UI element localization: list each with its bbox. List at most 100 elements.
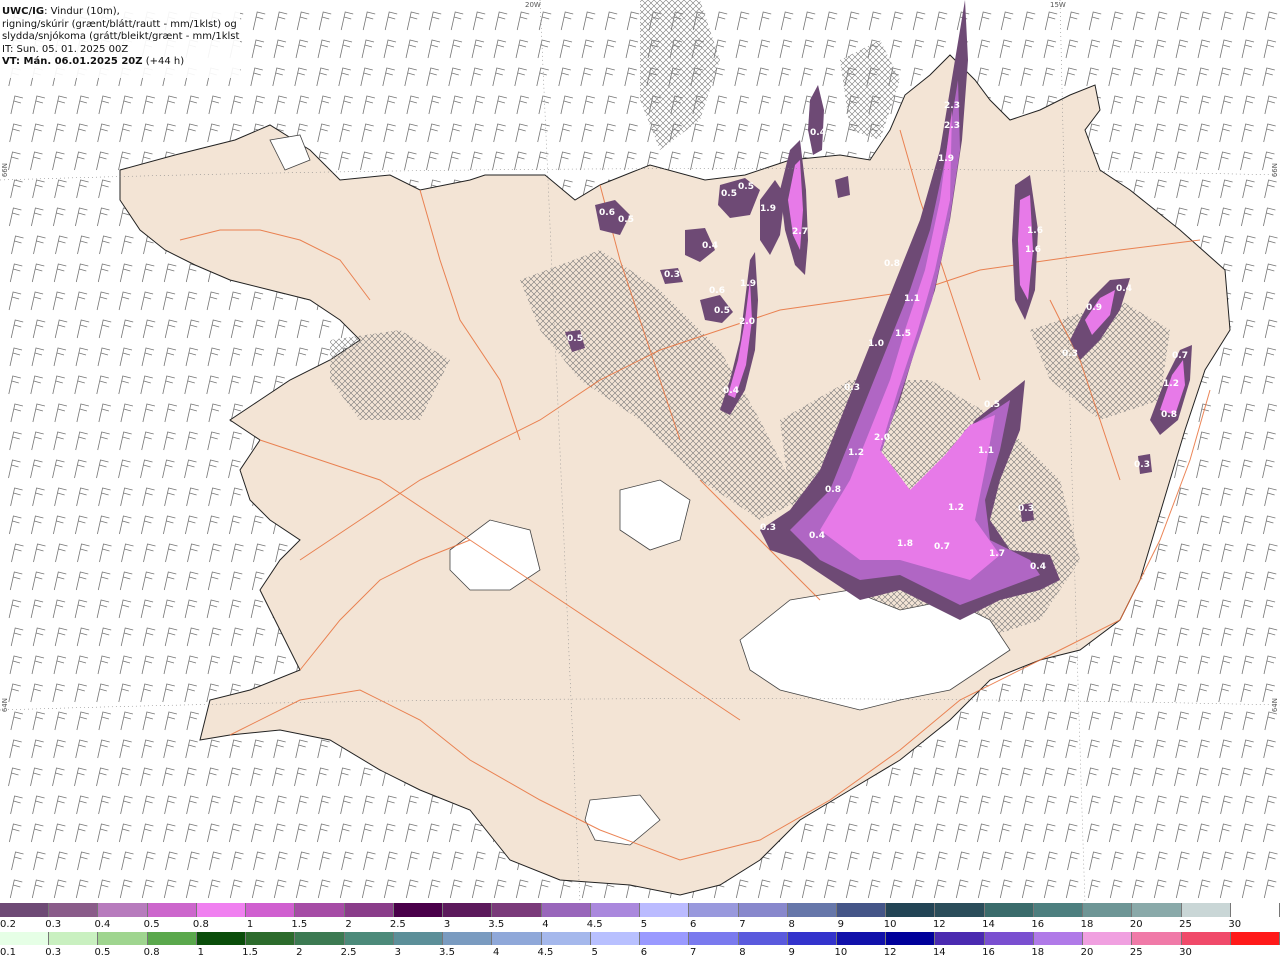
wind-barb — [1242, 487, 1255, 507]
wind-barb — [1022, 95, 1035, 115]
wind-barb — [889, 39, 903, 59]
wind-barb — [230, 487, 243, 507]
wind-barb — [294, 67, 307, 87]
scale-swatch — [1083, 932, 1133, 945]
wind-barb — [32, 487, 45, 507]
wind-barb — [1109, 879, 1123, 899]
wind-barb — [141, 879, 155, 899]
wind-barb — [934, 795, 947, 815]
wind-barb — [889, 823, 902, 843]
wind-barb — [1130, 599, 1144, 619]
scale-swatch — [1033, 903, 1084, 917]
wind-barb — [471, 823, 484, 843]
wind-barb — [97, 263, 111, 283]
precip-value: 0.3 — [1134, 460, 1150, 470]
wind-barb — [1263, 39, 1277, 59]
wind-barb — [8, 683, 21, 703]
wind-barb — [316, 67, 329, 87]
wind-barb — [1133, 851, 1146, 871]
wind-barb — [426, 151, 439, 171]
wind-barb — [778, 67, 791, 87]
scale-swatch — [886, 903, 936, 917]
wind-barb — [96, 151, 109, 171]
wind-barb — [1021, 823, 1034, 843]
wind-barb — [1263, 823, 1276, 843]
precip-value: 1.2 — [848, 448, 864, 458]
wind-barb — [9, 515, 22, 535]
wind-barb — [911, 823, 924, 843]
wind-barb — [1066, 711, 1079, 731]
wind-barb — [360, 67, 373, 87]
wind-barb — [8, 151, 21, 171]
wind-barb — [163, 571, 177, 591]
wind-barb — [1066, 795, 1079, 815]
wind-barb — [52, 599, 66, 619]
wind-barb — [119, 571, 133, 591]
wind-barb — [1220, 95, 1233, 115]
wind-barb — [207, 879, 221, 899]
wind-barb — [295, 879, 309, 899]
wind-barb — [536, 151, 549, 171]
wind-barb — [559, 879, 573, 899]
scale-label: 4.5 — [586, 919, 603, 930]
scale-swatch — [787, 932, 837, 945]
forecast-lead: (+44 h) — [142, 56, 185, 67]
scale-swatch — [0, 903, 50, 917]
scale-label: 10 — [834, 947, 848, 958]
wind-barb — [141, 655, 155, 675]
wind-barb — [118, 767, 131, 787]
wind-barb — [32, 179, 45, 199]
wind-barb — [140, 767, 153, 787]
wind-barb — [823, 39, 837, 59]
scale-label: 2.5 — [389, 919, 406, 930]
wind-barb — [1242, 627, 1256, 647]
wind-barb — [494, 11, 508, 31]
wind-barb — [736, 11, 750, 31]
wind-barb — [140, 459, 153, 479]
wind-barb — [1131, 823, 1144, 843]
wind-barb — [405, 123, 418, 143]
wind-barb — [1175, 823, 1188, 843]
wind-barb — [75, 655, 89, 675]
precip-value: 0.1 — [486, 538, 502, 548]
wind-barb — [120, 795, 133, 815]
wind-barb — [1197, 123, 1210, 143]
wind-barb — [690, 151, 703, 171]
wind-barb — [9, 879, 23, 899]
wind-barb — [382, 151, 395, 171]
wind-barb — [118, 683, 131, 703]
wind-barb — [142, 487, 155, 507]
wind-barb — [140, 375, 153, 395]
wind-barb — [1263, 347, 1277, 367]
scale-label: 3.5 — [488, 919, 505, 930]
wind-barb — [999, 823, 1012, 843]
wind-barb — [250, 375, 263, 395]
wind-barb — [560, 11, 574, 31]
wind-barb — [384, 795, 397, 815]
wind-barb — [11, 543, 24, 563]
wind-barb — [1264, 95, 1277, 115]
wind-barb — [428, 11, 442, 31]
wind-barb — [1153, 655, 1167, 675]
wind-barb — [97, 571, 111, 591]
wind-barb — [208, 627, 222, 647]
wind-barb — [1044, 11, 1058, 31]
wind-barb — [206, 599, 220, 619]
wind-barb — [185, 431, 198, 451]
scale-label: 20 — [1080, 947, 1094, 958]
wind-barb — [1174, 683, 1187, 703]
wind-barb — [449, 879, 463, 899]
scale-label: 0.5 — [143, 919, 160, 930]
scale-swatch — [393, 903, 444, 917]
wind-barb — [74, 291, 88, 311]
wind-barb — [384, 11, 398, 31]
precip-value: 0.5 — [738, 182, 754, 192]
scale-swatch — [787, 903, 837, 917]
wind-barb — [231, 543, 244, 563]
wind-barb — [165, 543, 178, 563]
scale-swatch — [1230, 903, 1280, 917]
wind-barb — [318, 795, 331, 815]
wind-barb — [473, 851, 486, 871]
wind-barb — [231, 851, 244, 871]
wind-barb — [32, 319, 46, 339]
